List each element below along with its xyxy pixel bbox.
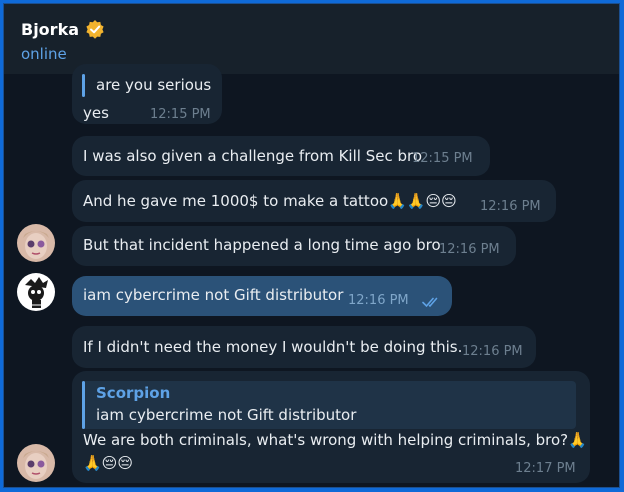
message-time: 12:16 PM bbox=[480, 199, 541, 214]
message-bubble[interactable]: I was also given a challenge from Kill S… bbox=[72, 136, 490, 176]
message-text-line2: 🙏😔😔 bbox=[83, 454, 133, 472]
reply-quote-bar bbox=[82, 381, 85, 429]
reply-quote-author: Scorpion bbox=[96, 384, 171, 402]
reply-quote-text: iam cybercrime not Gift distributor bbox=[96, 406, 357, 424]
sender-avatar[interactable] bbox=[17, 224, 55, 262]
message-text: And he gave me 1000$ to make a tattoo🙏🙏😔… bbox=[83, 192, 457, 210]
message-bubble[interactable]: are you serious yes 12:15 PM bbox=[72, 64, 222, 124]
message-text: If I didn't need the money I wouldn't be… bbox=[83, 338, 463, 356]
message-text: I was also given a challenge from Kill S… bbox=[83, 147, 423, 165]
message-bubble-outgoing[interactable]: iam cybercrime not Gift distributor 12:1… bbox=[72, 276, 452, 316]
title-row: Bjorka bbox=[21, 19, 105, 39]
message-time: 12:16 PM bbox=[348, 293, 409, 308]
double-check-icon bbox=[422, 297, 438, 308]
message-time: 12:17 PM bbox=[515, 461, 576, 476]
message-time: 12:15 PM bbox=[412, 151, 473, 166]
chat-window: Bjorka online are you serious yes 12:15 … bbox=[3, 3, 620, 488]
avatar-portrait-icon bbox=[17, 224, 55, 262]
verified-badge-icon bbox=[86, 20, 104, 39]
message-bubble[interactable]: Scorpion iam cybercrime not Gift distrib… bbox=[72, 371, 590, 483]
message-bubble[interactable]: But that incident happened a long time a… bbox=[72, 226, 516, 266]
reply-quote-bar bbox=[82, 74, 85, 97]
chat-title[interactable]: Bjorka bbox=[21, 20, 79, 39]
message-text: yes bbox=[83, 104, 109, 122]
message-text-line1: We are both criminals, what's wrong with… bbox=[83, 431, 587, 449]
message-bubble[interactable]: If I didn't need the money I wouldn't be… bbox=[72, 326, 536, 368]
message-bubble[interactable]: And he gave me 1000$ to make a tattoo🙏🙏😔… bbox=[72, 180, 556, 222]
message-time: 12:16 PM bbox=[439, 242, 500, 257]
online-status: online bbox=[21, 45, 67, 63]
message-time: 12:15 PM bbox=[150, 107, 211, 122]
message-text: But that incident happened a long time a… bbox=[83, 236, 441, 254]
avatar-portrait-icon bbox=[17, 444, 55, 482]
message-list[interactable]: are you serious yes 12:15 PM I was also … bbox=[4, 64, 619, 487]
own-avatar[interactable] bbox=[17, 273, 55, 311]
reply-quote-text: are you serious bbox=[96, 76, 212, 94]
avatar-skull-icon bbox=[17, 273, 55, 311]
message-text: iam cybercrime not Gift distributor bbox=[83, 286, 344, 304]
sender-avatar[interactable] bbox=[17, 444, 55, 482]
message-time: 12:16 PM bbox=[462, 344, 523, 359]
